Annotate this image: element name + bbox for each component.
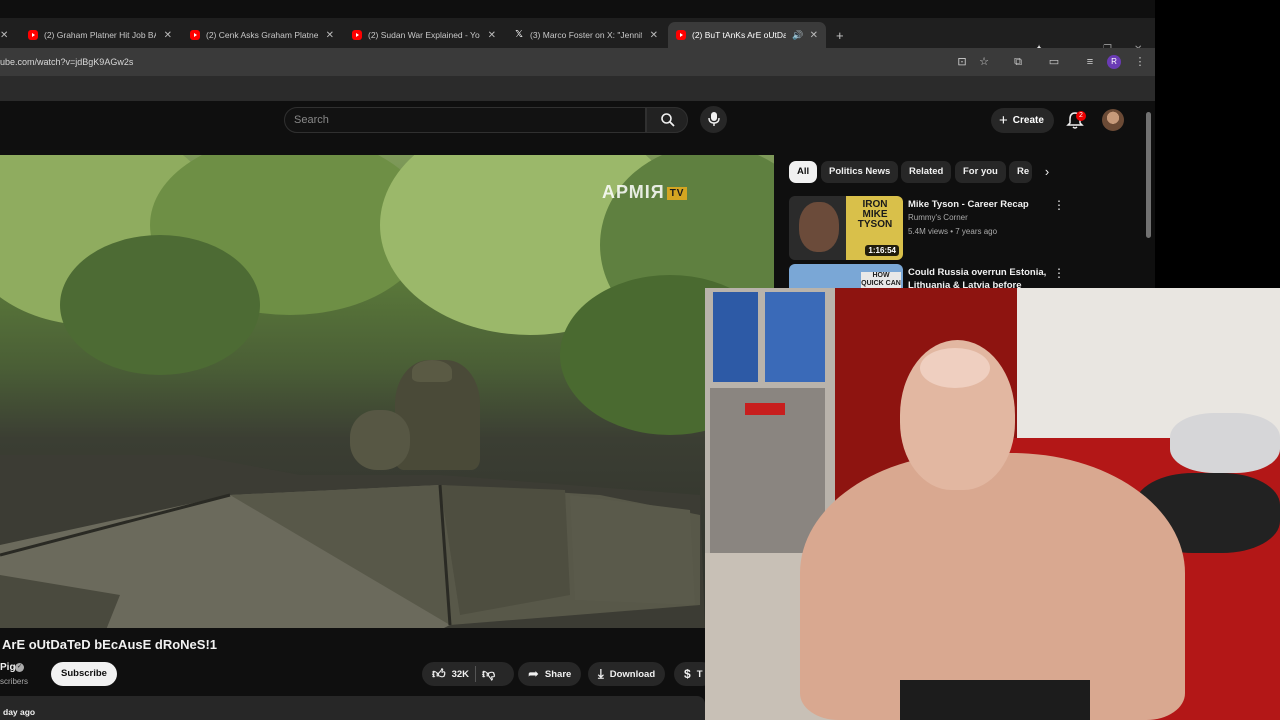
download-label: Download bbox=[609, 668, 656, 680]
foliage bbox=[60, 235, 260, 375]
webcam-overlay bbox=[705, 288, 1280, 720]
webcam-person-shorts bbox=[900, 680, 1090, 720]
thumbnail-face bbox=[799, 202, 839, 252]
tab-cenk-asks[interactable]: (2) Cenk Asks Graham Platner i ✕ bbox=[182, 22, 342, 48]
profile-icon[interactable]: R bbox=[1107, 55, 1121, 69]
thumbnail-text: IRON MIKE TYSON bbox=[857, 199, 893, 230]
tank-hull bbox=[0, 455, 705, 628]
subscribe-button[interactable]: Subscribe bbox=[51, 662, 117, 686]
chevron-right-icon[interactable]: › bbox=[1036, 161, 1058, 183]
extensions-icon[interactable]: ⧉ bbox=[1010, 54, 1026, 70]
channel-watermark: АРМІЯ TV bbox=[602, 182, 688, 203]
bookmarks-bar bbox=[0, 76, 1155, 101]
video-duration: 1:16:54 bbox=[865, 245, 899, 256]
recommendation-meta: 5.4M views • 7 years ago bbox=[908, 227, 998, 236]
youtube-favicon-icon bbox=[28, 30, 38, 40]
chip-partial[interactable]: Re bbox=[1009, 161, 1032, 183]
browser-menu-icon[interactable]: ⋮ bbox=[1132, 54, 1148, 70]
close-tab-icon[interactable]: ✕ bbox=[0, 30, 8, 41]
tab-graham-platner[interactable]: (2) Graham Platner Hit Job BAC ✕ bbox=[20, 22, 180, 48]
recommendation-title[interactable]: Mike Tyson - Career Recap bbox=[908, 198, 1048, 211]
like-count[interactable]: 32K bbox=[452, 669, 469, 680]
search-icon bbox=[661, 113, 675, 127]
tab-title: (2) Cenk Asks Graham Platner i bbox=[206, 30, 318, 40]
like-dislike-group: 👍︎ 32K 👎︎ bbox=[422, 662, 514, 686]
close-tab-icon[interactable]: ✕ bbox=[650, 30, 658, 41]
close-tab-icon[interactable]: ✕ bbox=[810, 30, 818, 41]
bookmark-star-icon[interactable]: ☆ bbox=[976, 54, 992, 70]
webcam-sticker bbox=[745, 403, 785, 415]
close-tab-icon[interactable]: ✕ bbox=[164, 30, 172, 41]
webcam-person-scalp bbox=[920, 348, 990, 388]
webcam-box bbox=[713, 292, 758, 382]
verified-badge-icon: ✓ bbox=[15, 663, 24, 672]
voice-search-button[interactable] bbox=[700, 106, 727, 133]
description-box[interactable] bbox=[0, 696, 705, 720]
video-title: ArE oUtDaTeD bEcAusE dRoNeS!1 bbox=[2, 637, 218, 652]
share-button[interactable]: ➦ Share bbox=[518, 662, 582, 686]
thanks-label: T bbox=[696, 668, 703, 680]
subscriber-count: scribers bbox=[0, 677, 29, 686]
new-tab-button[interactable]: + bbox=[828, 22, 850, 48]
video-thumbnail[interactable]: IRON MIKE TYSON 1:16:54 bbox=[789, 196, 903, 260]
tab-title: (2) Sudan War Explained - YouT bbox=[368, 30, 480, 40]
x-favicon-icon: 𝕏 bbox=[514, 29, 524, 40]
reading-list-icon[interactable]: ≡ bbox=[1082, 54, 1098, 70]
divider bbox=[475, 666, 477, 682]
upload-date: day ago bbox=[3, 707, 36, 717]
plus-icon: + bbox=[999, 112, 1008, 129]
youtube-favicon-icon bbox=[352, 30, 362, 40]
chip-related[interactable]: Related bbox=[901, 161, 952, 183]
more-options-icon[interactable]: ⋮ bbox=[1053, 266, 1065, 280]
soldier-helmet bbox=[412, 360, 452, 382]
close-tab-icon[interactable]: ✕ bbox=[326, 30, 334, 41]
tab-marco-foster[interactable]: 𝕏 (3) Marco Foster on X: "Jennife ✕ bbox=[506, 22, 666, 48]
speaker-icon[interactable]: 🔊 bbox=[792, 30, 803, 41]
download-button[interactable]: ⤓ Download bbox=[588, 662, 666, 686]
create-label: Create bbox=[1012, 115, 1044, 126]
recommendation-item[interactable]: IRON MIKE TYSON 1:16:54 Mike Tyson - Car… bbox=[789, 196, 1149, 262]
tab-bar: ✕ (2) Graham Platner Hit Job BAC ✕ (2) C… bbox=[0, 18, 1155, 56]
share-arrow-icon: ➦ bbox=[528, 666, 539, 681]
video-player[interactable]: АРМІЯ TV bbox=[0, 155, 774, 628]
thanks-icon: $ bbox=[684, 667, 691, 681]
webcam-pillow bbox=[1170, 413, 1280, 473]
recommendation-channel[interactable]: Rummy's Corner bbox=[908, 213, 968, 222]
download-icon: ⤓ bbox=[598, 666, 604, 681]
tab-active-video[interactable]: (2) BuT tAnKs ArE oUtDaTeD 🔊 ✕ bbox=[668, 22, 826, 48]
like-thumb-icon[interactable]: 👍︎ bbox=[432, 666, 446, 682]
chip-all[interactable]: All bbox=[789, 161, 818, 183]
chip-for-you[interactable]: For you bbox=[955, 161, 1006, 183]
channel-name[interactable]: Pig bbox=[0, 662, 16, 673]
close-tab-icon[interactable]: ✕ bbox=[488, 30, 496, 41]
youtube-header: Search + Create 2 bbox=[0, 101, 1155, 141]
webcam-box bbox=[765, 292, 825, 382]
tab-title: (2) Graham Platner Hit Job BAC bbox=[44, 30, 156, 40]
more-options-icon[interactable]: ⋮ bbox=[1053, 198, 1065, 212]
share-label: Share bbox=[544, 668, 572, 680]
address-bar[interactable]: ube.com/watch?v=jdBgK9AGw2s ⊡ ☆ ⧉ ▭ ≡ R … bbox=[0, 48, 1155, 76]
watermark-text: АРМІЯ bbox=[602, 182, 665, 202]
create-button[interactable]: + Create bbox=[991, 108, 1054, 133]
tab-title: (2) BuT tAnKs ArE oUtDaTeD bbox=[692, 30, 787, 40]
search-button[interactable] bbox=[646, 107, 688, 133]
dislike-thumb-icon[interactable]: 👎︎ bbox=[482, 666, 495, 682]
url-text[interactable]: ube.com/watch?v=jdBgK9AGw2s bbox=[0, 57, 133, 67]
chip-politics-news[interactable]: Politics News bbox=[821, 161, 899, 183]
account-avatar[interactable] bbox=[1102, 109, 1124, 131]
tab-sudan-war[interactable]: (2) Sudan War Explained - YouT ✕ bbox=[344, 22, 504, 48]
youtube-favicon-icon bbox=[676, 30, 686, 40]
search-input[interactable]: Search bbox=[284, 107, 646, 133]
tab-title: (3) Marco Foster on X: "Jennife bbox=[530, 30, 642, 40]
install-app-icon[interactable]: ⊡ bbox=[954, 54, 970, 70]
watermark-tv: TV bbox=[666, 186, 688, 200]
youtube-favicon-icon bbox=[190, 30, 200, 40]
notification-count-badge: 2 bbox=[1076, 111, 1086, 121]
tab-partial[interactable]: ✕ bbox=[0, 22, 12, 48]
microphone-icon bbox=[708, 112, 720, 126]
cast-icon[interactable]: ▭ bbox=[1046, 54, 1062, 70]
